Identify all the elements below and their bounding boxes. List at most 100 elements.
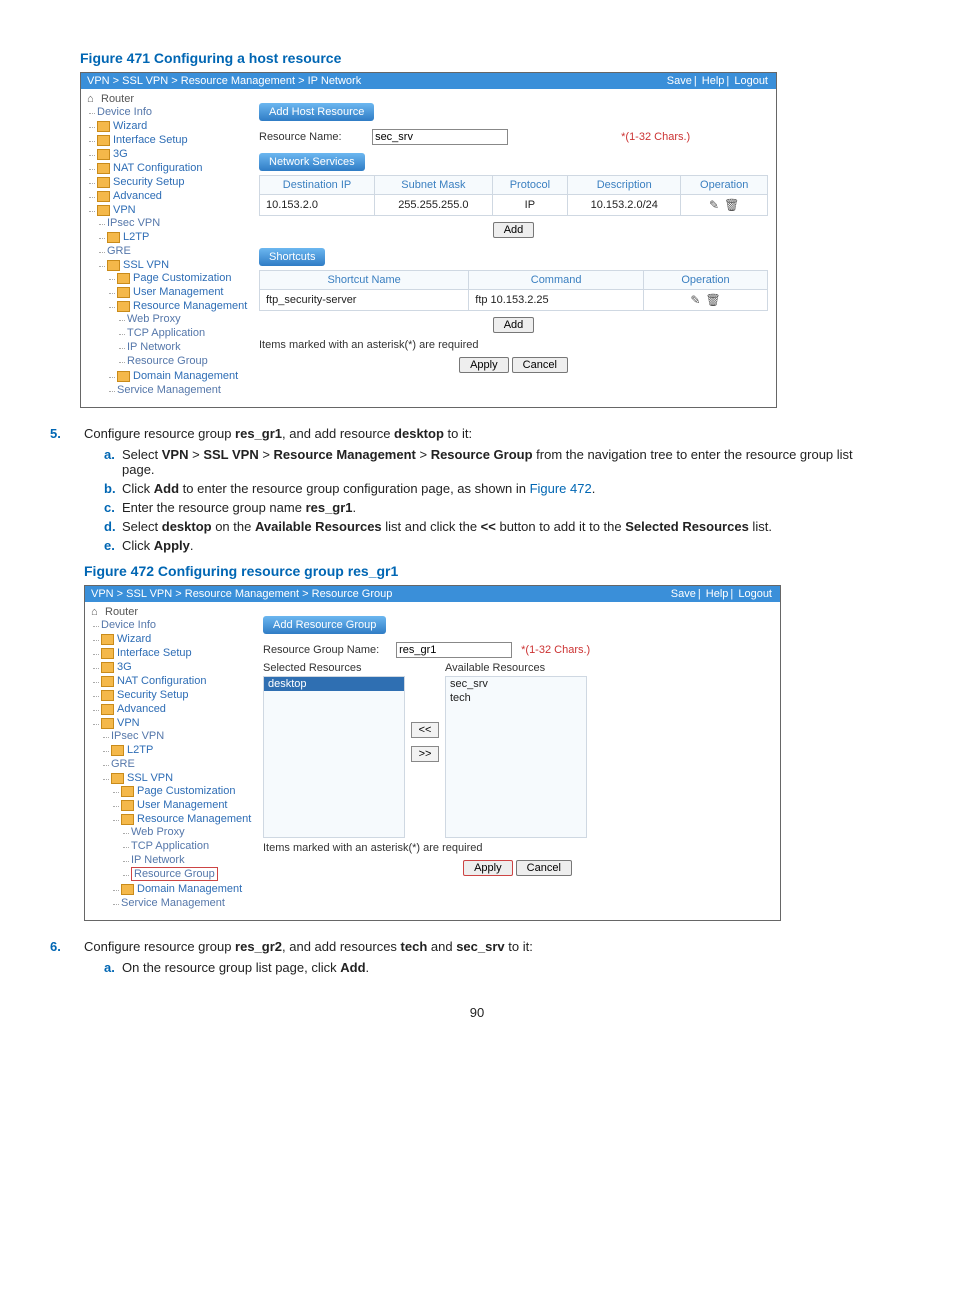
nav-vpn[interactable]: VPN IPsec VPN L2TP GRE SSL VPN Page Cust…	[97, 203, 255, 399]
nav-user-mgmt[interactable]: User Management	[121, 798, 259, 812]
nav-ipsec[interactable]: IPsec VPN	[111, 729, 259, 743]
group-name-input[interactable]	[396, 642, 512, 658]
add-shortcut-button[interactable]: Add	[493, 317, 535, 333]
section-shortcuts: Shortcuts	[259, 248, 325, 266]
step-5a: a. Select VPN > SSL VPN > Resource Manag…	[104, 447, 874, 477]
list-item[interactable]: sec_srv	[446, 677, 586, 691]
save-link[interactable]: Save	[671, 588, 696, 600]
nav-user-mgmt[interactable]: User Management	[117, 285, 255, 299]
cancel-button[interactable]: Cancel	[516, 860, 572, 876]
figure-471-caption: Figure 471 Configuring a host resource	[80, 50, 874, 66]
step-5c: c. Enter the resource group name res_gr1…	[104, 500, 874, 515]
folder-icon	[121, 814, 134, 825]
nav-resource-group[interactable]: Resource Group	[127, 354, 255, 368]
add-network-service-button[interactable]: Add	[493, 222, 535, 238]
required-note: Items marked with an asterisk(*) are req…	[259, 339, 768, 351]
nav-wizard[interactable]: Wizard	[101, 632, 259, 646]
folder-icon	[101, 704, 114, 715]
figure-472-caption: Figure 472 Configuring resource group re…	[84, 563, 874, 579]
edit-icon[interactable]: ✎	[709, 198, 719, 212]
nav-gre[interactable]: GRE	[107, 244, 255, 258]
nav-l2tp[interactable]: L2TP	[107, 230, 255, 244]
delete-icon[interactable]: 🗑	[705, 293, 720, 307]
nav-res-mgmt[interactable]: Resource Management Web Proxy TCP Applic…	[117, 299, 255, 369]
col-operation: Operation	[644, 271, 768, 290]
nav-interface-setup[interactable]: Interface Setup	[97, 133, 255, 147]
nav-wizard[interactable]: Wizard	[97, 119, 255, 133]
folder-icon	[101, 648, 114, 659]
nav-device-info[interactable]: Device Info	[97, 105, 255, 119]
nav-res-mgmt[interactable]: Resource Management Web Proxy TCP Applic…	[121, 812, 259, 882]
content-panel: Add Resource Group Resource Group Name: …	[259, 602, 780, 920]
nav-web-proxy[interactable]: Web Proxy	[131, 825, 259, 839]
save-link[interactable]: Save	[667, 75, 692, 87]
nav-nat[interactable]: NAT Configuration	[97, 161, 255, 175]
nav-web-proxy[interactable]: Web Proxy	[127, 312, 255, 326]
cell-description: 10.153.2.0/24	[568, 195, 681, 216]
nav-device-info[interactable]: Device Info	[101, 618, 259, 632]
nav-domain-mgmt[interactable]: Domain Management	[121, 882, 259, 896]
nav-security[interactable]: Security Setup	[101, 688, 259, 702]
logout-link[interactable]: Logout	[738, 588, 772, 600]
nav-interface-setup[interactable]: Interface Setup	[101, 646, 259, 660]
nav-advanced[interactable]: Advanced	[97, 189, 255, 203]
move-right-button[interactable]: >>	[411, 746, 439, 762]
col-operation: Operation	[681, 176, 768, 195]
selected-resources-label: Selected Resources	[263, 662, 405, 674]
cell-protocol: IP	[492, 195, 567, 216]
folder-icon	[117, 301, 130, 312]
nav-service-mgmt[interactable]: Service Management	[117, 383, 255, 397]
col-protocol: Protocol	[492, 176, 567, 195]
nav-service-mgmt[interactable]: Service Management	[121, 896, 259, 910]
nav-ip-network[interactable]: IP Network	[127, 340, 255, 354]
folder-icon	[121, 800, 134, 811]
list-item[interactable]: desktop	[264, 677, 404, 691]
selected-resources-list[interactable]: desktop	[263, 676, 405, 838]
resource-name-input[interactable]	[372, 129, 508, 145]
nav-vpn[interactable]: VPN IPsec VPN L2TP GRE SSL VPN Page Cust…	[101, 716, 259, 912]
breadcrumb-bar: VPN > SSL VPN > Resource Management > IP…	[81, 73, 776, 89]
nav-sslvpn[interactable]: SSL VPN Page Customization User Manageme…	[111, 771, 259, 911]
nav-domain-mgmt[interactable]: Domain Management	[117, 369, 255, 383]
edit-icon[interactable]: ✎	[690, 293, 700, 307]
nav-nat[interactable]: NAT Configuration	[101, 674, 259, 688]
folder-icon	[107, 232, 120, 243]
shortcuts-table: Shortcut Name Command Operation ftp_secu…	[259, 270, 768, 311]
logout-link[interactable]: Logout	[734, 75, 768, 87]
nav-page-cust[interactable]: Page Customization	[121, 784, 259, 798]
nav-advanced[interactable]: Advanced	[101, 702, 259, 716]
breadcrumb-bar: VPN > SSL VPN > Resource Management > Re…	[85, 586, 780, 602]
screenshot-host-resource: VPN > SSL VPN > Resource Management > IP…	[80, 72, 777, 408]
top-toolbar: Save| Help| Logout	[665, 75, 770, 87]
nav-l2tp[interactable]: L2TP	[111, 743, 259, 757]
nav-security[interactable]: Security Setup	[97, 175, 255, 189]
available-resources-list[interactable]: sec_srv tech	[445, 676, 587, 838]
top-toolbar: Save| Help| Logout	[669, 588, 774, 600]
nav-page-cust[interactable]: Page Customization	[117, 271, 255, 285]
help-link[interactable]: Help	[706, 588, 729, 600]
nav-3g[interactable]: 3G	[101, 660, 259, 674]
figure-472-link[interactable]: Figure 472	[530, 481, 592, 496]
nav-tcp-app[interactable]: TCP Application	[127, 326, 255, 340]
breadcrumb-path: VPN > SSL VPN > Resource Management > IP…	[87, 75, 361, 87]
nav-ip-network[interactable]: IP Network	[131, 853, 259, 867]
nav-tcp-app[interactable]: TCP Application	[131, 839, 259, 853]
nav-gre[interactable]: GRE	[111, 757, 259, 771]
nav-resource-group[interactable]: Resource Group	[131, 867, 259, 881]
apply-button[interactable]: Apply	[463, 860, 513, 876]
nav-sslvpn[interactable]: SSL VPN Page Customization User Manageme…	[107, 258, 255, 398]
move-left-button[interactable]: <<	[411, 722, 439, 738]
group-name-row: Resource Group Name: *(1-32 Chars.)	[263, 642, 772, 658]
delete-icon[interactable]: 🗑	[724, 198, 739, 212]
help-link[interactable]: Help	[702, 75, 725, 87]
cancel-button[interactable]: Cancel	[512, 357, 568, 373]
nav-ipsec[interactable]: IPsec VPN	[107, 216, 255, 230]
col-shortcut-name: Shortcut Name	[260, 271, 469, 290]
apply-button[interactable]: Apply	[459, 357, 509, 373]
nav-3g[interactable]: 3G	[97, 147, 255, 161]
folder-icon	[101, 718, 114, 729]
nav-root: ⌂Router	[87, 93, 255, 105]
chars-hint: *(1-32 Chars.)	[621, 131, 690, 143]
list-item[interactable]: tech	[446, 691, 586, 705]
step-5: 5. Configure resource group res_gr1, and…	[50, 426, 874, 921]
